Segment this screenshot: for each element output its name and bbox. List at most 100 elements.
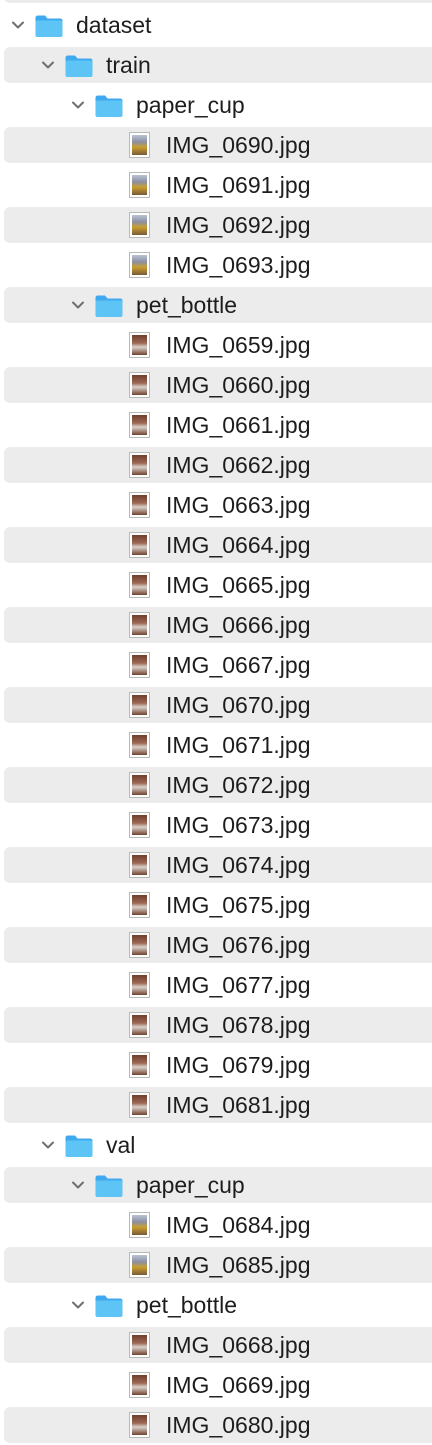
file-row[interactable]: IMG_0670.jpg	[0, 685, 432, 725]
folder-name: pet_bottle	[136, 1292, 238, 1318]
file-row[interactable]: IMG_0660.jpg	[0, 365, 432, 405]
image-thumbnail-icon	[129, 1092, 150, 1118]
file-row[interactable]: IMG_0685.jpg	[0, 1245, 432, 1285]
image-thumbnail-icon	[129, 372, 150, 398]
image-thumbnail-icon	[129, 652, 150, 678]
image-thumbnail-icon	[129, 932, 150, 958]
folder-icon	[94, 1294, 124, 1318]
file-row[interactable]: IMG_0662.jpg	[0, 445, 432, 485]
file-name: IMG_0670.jpg	[166, 692, 311, 718]
file-row[interactable]: IMG_0684.jpg	[0, 1205, 432, 1245]
image-thumbnail-icon	[129, 692, 150, 718]
file-name: IMG_0667.jpg	[166, 652, 311, 678]
file-row[interactable]: IMG_0675.jpg	[0, 885, 432, 925]
file-row[interactable]: IMG_0667.jpg	[0, 645, 432, 685]
file-name: IMG_0680.jpg	[166, 1412, 311, 1438]
file-row[interactable]: IMG_0665.jpg	[0, 565, 432, 605]
folder-name: paper_cup	[136, 1172, 245, 1198]
image-thumbnail-icon	[129, 1372, 150, 1398]
file-row[interactable]: IMG_0672.jpg	[0, 765, 432, 805]
file-row[interactable]: IMG_0659.jpg	[0, 325, 432, 365]
chevron-down-icon[interactable]	[70, 1177, 86, 1193]
file-name: IMG_0684.jpg	[166, 1212, 311, 1238]
file-row[interactable]: IMG_0680.jpg	[0, 1405, 432, 1445]
finder-list-view: dataset train paper_cup IMG_0690.jpg IMG_069…	[0, 0, 432, 1445]
image-thumbnail-icon	[129, 972, 150, 998]
image-thumbnail-icon	[129, 452, 150, 478]
file-row[interactable]: IMG_0690.jpg	[0, 125, 432, 165]
folder-row[interactable]: val	[0, 1125, 432, 1165]
folder-name: val	[106, 1132, 136, 1158]
image-thumbnail-icon	[129, 1252, 150, 1278]
file-row[interactable]: IMG_0671.jpg	[0, 725, 432, 765]
file-name: IMG_0664.jpg	[166, 532, 311, 558]
folder-name: train	[106, 52, 151, 78]
chevron-down-icon[interactable]	[40, 1137, 56, 1153]
file-name: IMG_0676.jpg	[166, 932, 311, 958]
file-name: IMG_0660.jpg	[166, 372, 311, 398]
folder-icon	[64, 1134, 94, 1158]
file-name: IMG_0671.jpg	[166, 732, 311, 758]
file-row[interactable]: IMG_0693.jpg	[0, 245, 432, 285]
image-thumbnail-icon	[129, 612, 150, 638]
file-name: IMG_0692.jpg	[166, 212, 311, 238]
file-row[interactable]: IMG_0663.jpg	[0, 485, 432, 525]
folder-row[interactable]: pet_bottle	[0, 1285, 432, 1325]
image-thumbnail-icon	[129, 172, 150, 198]
image-thumbnail-icon	[129, 492, 150, 518]
file-name: IMG_0693.jpg	[166, 252, 311, 278]
chevron-down-icon[interactable]	[40, 57, 56, 73]
file-name: IMG_0678.jpg	[166, 1012, 311, 1038]
file-row[interactable]: IMG_0661.jpg	[0, 405, 432, 445]
folder-row[interactable]: train	[0, 45, 432, 85]
file-row[interactable]: IMG_0669.jpg	[0, 1365, 432, 1405]
chevron-down-icon[interactable]	[70, 1297, 86, 1313]
folder-row[interactable]: paper_cup	[0, 85, 432, 125]
file-row[interactable]: IMG_0668.jpg	[0, 1325, 432, 1365]
folder-name: paper_cup	[136, 92, 245, 118]
file-name: IMG_0662.jpg	[166, 452, 311, 478]
file-row[interactable]: IMG_0666.jpg	[0, 605, 432, 645]
file-row[interactable]: IMG_0681.jpg	[0, 1085, 432, 1125]
image-thumbnail-icon	[129, 892, 150, 918]
image-thumbnail-icon	[129, 1412, 150, 1438]
chevron-down-icon[interactable]	[70, 297, 86, 313]
file-name: IMG_0690.jpg	[166, 132, 311, 158]
file-name: IMG_0666.jpg	[166, 612, 311, 638]
image-thumbnail-icon	[129, 812, 150, 838]
image-thumbnail-icon	[129, 132, 150, 158]
image-thumbnail-icon	[129, 772, 150, 798]
folder-icon	[34, 14, 64, 38]
folder-row[interactable]: pet_bottle	[0, 285, 432, 325]
folder-icon	[94, 1174, 124, 1198]
file-name: IMG_0681.jpg	[166, 1092, 311, 1118]
file-row[interactable]: IMG_0692.jpg	[0, 205, 432, 245]
file-name: IMG_0669.jpg	[166, 1372, 311, 1398]
file-name: IMG_0675.jpg	[166, 892, 311, 918]
folder-row[interactable]: dataset	[0, 5, 432, 45]
file-row[interactable]: IMG_0677.jpg	[0, 965, 432, 1005]
file-row[interactable]: IMG_0673.jpg	[0, 805, 432, 845]
image-thumbnail-icon	[129, 252, 150, 278]
file-name: IMG_0663.jpg	[166, 492, 311, 518]
file-row[interactable]: IMG_0679.jpg	[0, 1045, 432, 1085]
file-name: IMG_0659.jpg	[166, 332, 311, 358]
image-thumbnail-icon	[129, 732, 150, 758]
file-row[interactable]: IMG_0678.jpg	[0, 1005, 432, 1045]
image-thumbnail-icon	[129, 572, 150, 598]
image-thumbnail-icon	[129, 852, 150, 878]
file-name: IMG_0679.jpg	[166, 1052, 311, 1078]
folder-icon	[94, 294, 124, 318]
file-name: IMG_0672.jpg	[166, 772, 311, 798]
file-row[interactable]: IMG_0676.jpg	[0, 925, 432, 965]
folder-row[interactable]: paper_cup	[0, 1165, 432, 1205]
file-row[interactable]: IMG_0664.jpg	[0, 525, 432, 565]
file-name: IMG_0674.jpg	[166, 852, 311, 878]
image-thumbnail-icon	[129, 412, 150, 438]
chevron-down-icon[interactable]	[10, 17, 26, 33]
folder-name: dataset	[76, 12, 152, 38]
file-row[interactable]: IMG_0674.jpg	[0, 845, 432, 885]
file-row[interactable]: IMG_0691.jpg	[0, 165, 432, 205]
file-name: IMG_0677.jpg	[166, 972, 311, 998]
chevron-down-icon[interactable]	[70, 97, 86, 113]
